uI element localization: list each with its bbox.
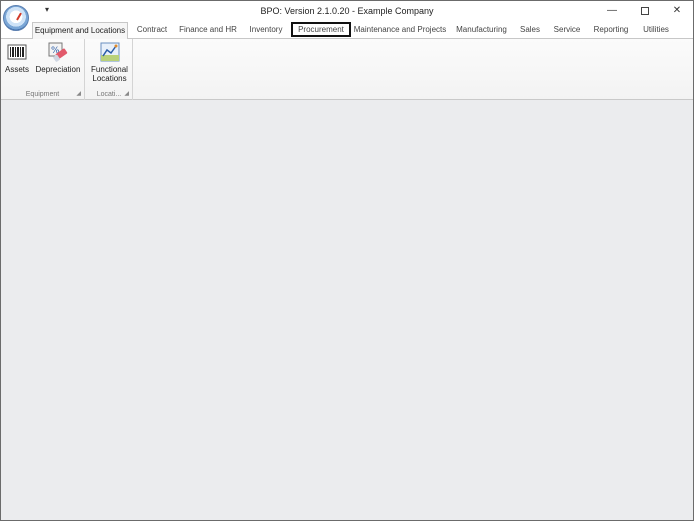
group-launcher-icon[interactable]: ◢ <box>76 90 81 97</box>
maximize-icon <box>641 7 649 15</box>
depreciation-button[interactable]: % Depreciation <box>34 42 82 74</box>
tab-contract[interactable]: Contract <box>131 22 173 38</box>
barcode-icon <box>7 42 27 62</box>
main-workspace <box>1 101 693 520</box>
tab-reporting[interactable]: Reporting <box>590 22 632 38</box>
tab-maintenance-and-projects[interactable]: Maintenance and Projects <box>353 22 447 38</box>
minimize-icon: — <box>607 5 617 16</box>
group-caption-equipment: Equipment <box>25 91 60 98</box>
chart-icon <box>100 42 120 62</box>
group-launcher-icon[interactable]: ◢ <box>124 90 129 97</box>
tab-finance-and-hr[interactable]: Finance and HR <box>176 22 240 38</box>
depreciation-label: Depreciation <box>35 65 81 74</box>
tab-equipment-and-locations[interactable]: Equipment and Locations <box>32 22 128 39</box>
assets-label: Assets <box>4 65 29 74</box>
functional-locations-label-line2: Locations <box>92 74 127 83</box>
ribbon-tab-strip: Equipment and Locations Contract Finance… <box>1 22 693 39</box>
maximize-button[interactable] <box>638 4 652 18</box>
ribbon-panel: Assets % Depreciation Equipment ◢ Functi… <box>1 38 693 100</box>
app-logo-icon[interactable] <box>3 5 29 31</box>
tab-service[interactable]: Service <box>550 22 584 38</box>
tab-inventory[interactable]: Inventory <box>244 22 288 38</box>
gauge-needle <box>16 12 22 21</box>
title-bar: ▾ BPO: Version 2.1.0.20 - Example Compan… <box>1 1 693 31</box>
assets-button[interactable]: Assets <box>3 42 31 74</box>
tab-utilities[interactable]: Utilities <box>638 22 674 38</box>
tab-manufacturing[interactable]: Manufacturing <box>453 22 510 38</box>
close-button[interactable]: ✕ <box>670 4 684 18</box>
tab-procurement[interactable]: Procurement <box>291 22 351 37</box>
functional-locations-button[interactable]: Functional Locations <box>88 42 131 83</box>
close-icon: ✕ <box>672 5 682 16</box>
functional-locations-label-line1: Functional <box>91 65 128 74</box>
window-title: BPO: Version 2.1.0.20 - Example Company <box>260 6 434 16</box>
application-window: ▾ BPO: Version 2.1.0.20 - Example Compan… <box>0 0 694 521</box>
ribbon-group-locations: Functional Locations Locati... ◢ <box>86 39 133 100</box>
ribbon-group-equipment: Assets % Depreciation Equipment ◢ <box>1 39 85 100</box>
depreciation-icon: % <box>48 42 68 62</box>
minimize-button[interactable]: — <box>605 4 619 18</box>
tab-sales[interactable]: Sales <box>516 22 544 38</box>
